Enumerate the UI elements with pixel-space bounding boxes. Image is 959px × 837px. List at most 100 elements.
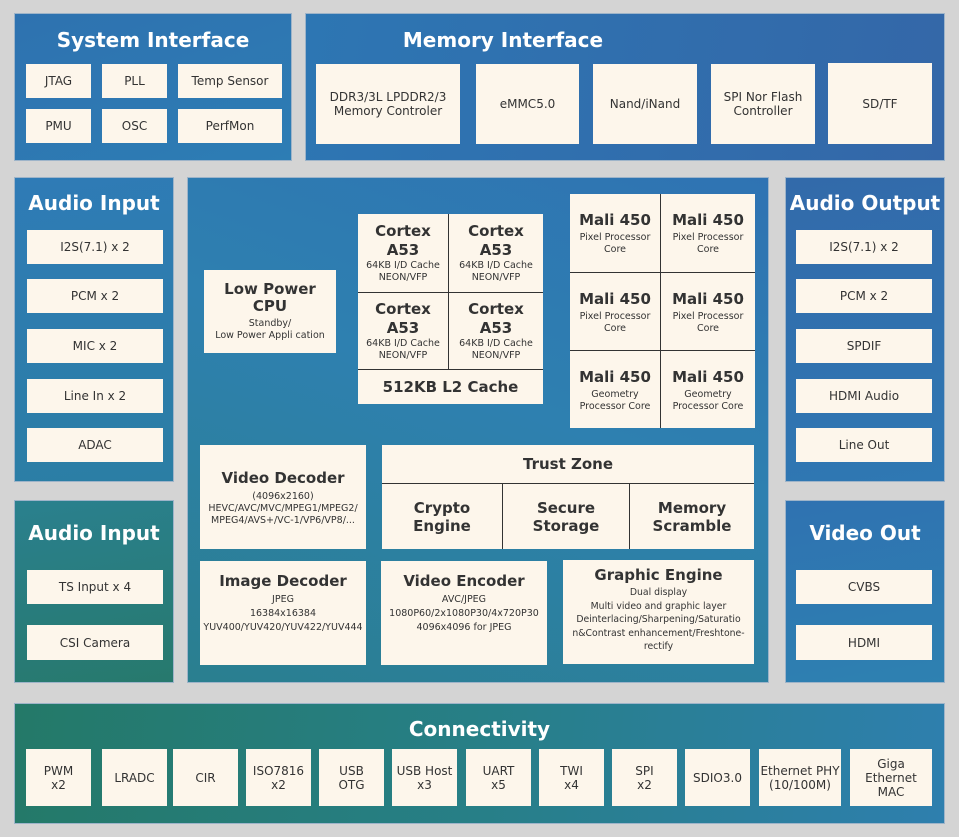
block-spi-nor-flash: SPI Nor Flash Controller [711, 64, 815, 144]
block-pcm-in: PCM x 2 [27, 279, 163, 313]
block-ddr-controller: DDR3/3L LPDDR2/3 Memory Controler [316, 64, 460, 144]
connectivity-panel: Connectivity PWM x2 LRADC CIR ISO7816 x2 USB… [14, 703, 945, 824]
system-interface-title: System Interface [56, 28, 250, 52]
cortex-desc: 64KB I/D Cache NEON/VFP [459, 260, 533, 283]
low-power-cpu-desc: Standby/ Low Power Appli cation [215, 318, 325, 341]
low-power-cpu-title: Low Power CPU [224, 280, 316, 315]
block-label: PCM x 2 [70, 289, 120, 303]
divider [660, 194, 661, 428]
block-osc: OSC [102, 109, 167, 143]
block-mali-450: Mali 450 Pixel Processor Core [661, 194, 755, 272]
block-pmu: PMU [26, 109, 91, 143]
block-label: CSI Camera [59, 635, 131, 650]
block-jtag: JTAG [26, 64, 91, 98]
block-label: I2S(7.1) x 2 [60, 240, 130, 254]
block-label: ISO7816 x2 [252, 763, 305, 792]
mali-desc: Geometry Processor Core [672, 388, 744, 412]
block-label: PWM x2 [43, 763, 74, 792]
block-image-decoder: Image Decoder JPEG 16384x16384 YUV400/YU… [200, 561, 366, 665]
block-label: PLL [124, 74, 145, 88]
image-decoder-title: Image Decoder [219, 572, 347, 590]
cortex-desc: 64KB I/D Cache NEON/VFP [459, 338, 533, 361]
block-label: SPI x2 [635, 763, 654, 792]
block-hdmi: HDMI [796, 625, 932, 660]
block-crypto-engine: Crypto Engine [382, 484, 502, 549]
audio-output-panel: Audio Output I2S(7.1) x 2 PCM x 2 SPDIF … [785, 177, 945, 482]
block-label: TWI x4 [560, 763, 583, 792]
l2-cache-label: 512KB L2 Cache [382, 378, 519, 396]
block-cortex-a53: Cortex A53 64KB I/D Cache NEON/VFP [449, 293, 543, 369]
block-pll: PLL [102, 64, 167, 98]
block-label: CIR [195, 770, 216, 785]
mali-title: Mali 450 [579, 367, 651, 386]
block-label: DDR3/3L LPDDR2/3 Memory Controler [329, 90, 447, 118]
block-label: Nand/iNand [609, 97, 681, 111]
block-mali-450: Mali 450 Pixel Processor Core [570, 194, 660, 272]
block-video-decoder: Video Decoder (4096x2160) HEVC/AVC/MVC/M… [200, 445, 366, 549]
block-video-encoder: Video Encoder AVC/JPEG 1080P60/2x1080P30… [381, 561, 547, 665]
cortex-title: Cortex A53 [468, 300, 524, 337]
block-mali-450: Mali 450 Pixel Processor Core [570, 273, 660, 350]
block-label: SDIO3.0 [693, 770, 742, 785]
trust-zone: Trust Zone Crypto Engine Secure Storage … [382, 445, 754, 549]
block-l2-cache: 512KB L2 Cache [358, 370, 543, 404]
block-spi: SPI x2 [612, 749, 677, 806]
mali-gpu-cluster: Mali 450 Pixel Processor Core Mali 450 P… [570, 194, 755, 428]
block-label: Ethernet PHY (10/100M) [760, 763, 840, 792]
block-mic: MIC x 2 [27, 329, 163, 363]
block-pcm-out: PCM x 2 [796, 279, 932, 313]
audio-input-title: Audio Input [28, 191, 160, 215]
block-cortex-a53: Cortex A53 64KB I/D Cache NEON/VFP [358, 293, 448, 369]
connectivity-title: Connectivity [408, 717, 551, 741]
block-ts-input: TS Input x 4 [27, 570, 163, 604]
block-label: SPI Nor Flash Controller [723, 90, 803, 118]
block-nand: Nand/iNand [593, 64, 697, 144]
block-perfmon: PerfMon [178, 109, 282, 143]
block-usb-host: USB Host x3 [392, 749, 457, 806]
block-label: Line Out [838, 438, 890, 452]
block-label: MIC x 2 [72, 339, 118, 353]
cortex-title: Cortex A53 [375, 222, 431, 259]
system-interface-panel: System Interface JTAG PLL Temp Sensor PM… [14, 13, 292, 161]
memory-scramble-label: Memory Scramble [652, 498, 732, 535]
block-ethernet-phy: Ethernet PHY (10/100M) [759, 749, 841, 806]
block-hdmi-audio: HDMI Audio [796, 379, 932, 413]
block-label: PerfMon [205, 119, 255, 133]
block-temp-sensor: Temp Sensor [178, 64, 282, 98]
cortex-desc: 64KB I/D Cache NEON/VFP [366, 338, 440, 361]
block-cvbs: CVBS [796, 570, 932, 604]
block-pwm: PWM x2 [26, 749, 91, 806]
memory-interface-title: Memory Interface [402, 28, 604, 52]
cortex-desc: 64KB I/D Cache NEON/VFP [366, 260, 440, 283]
block-label: Temp Sensor [191, 74, 269, 88]
block-csi-camera: CSI Camera [27, 625, 163, 660]
block-adac: ADAC [27, 428, 163, 462]
ts-input-panel: Audio Input TS Input x 4 CSI Camera [14, 500, 174, 683]
block-secure-storage: Secure Storage [503, 484, 629, 549]
trust-zone-header: Trust Zone [382, 445, 754, 483]
block-mali-450: Mali 450 Pixel Processor Core [661, 273, 755, 350]
divider [570, 272, 755, 273]
audio-output-title: Audio Output [789, 191, 941, 215]
video-encoder-title: Video Encoder [403, 572, 525, 590]
image-decoder-desc: JPEG 16384x16384 YUV400/YUV420/YUV422/YU… [203, 594, 363, 633]
block-label: Line In x 2 [63, 389, 127, 403]
block-label: eMMC5.0 [499, 97, 556, 111]
mali-title: Mali 450 [672, 211, 744, 229]
block-line-out: Line Out [796, 428, 932, 462]
divider [570, 350, 755, 351]
mali-desc: Pixel Processor Core [579, 310, 651, 334]
block-label: JTAG [44, 74, 73, 88]
block-label: USB OTG [338, 763, 365, 792]
block-sdio: SDIO3.0 [685, 749, 750, 806]
block-mali-450-geometry: Mali 450 Geometry Processor Core [570, 351, 660, 428]
block-low-power-cpu: Low Power CPU Standby/ Low Power Appli c… [204, 270, 336, 353]
video-decoder-desc: (4096x2160) HEVC/AVC/MVC/MPEG1/MPEG2/ MP… [208, 490, 358, 526]
block-label: PMU [45, 119, 72, 133]
block-label: I2S(7.1) x 2 [829, 240, 899, 254]
graphic-engine-desc: Dual display Multi video and graphic lay… [572, 587, 745, 652]
block-sd-tf: SD/TF [828, 63, 932, 144]
block-label: ADAC [78, 438, 112, 452]
mali-desc: Pixel Processor Core [672, 310, 744, 334]
mali-title: Mali 450 [672, 367, 744, 386]
